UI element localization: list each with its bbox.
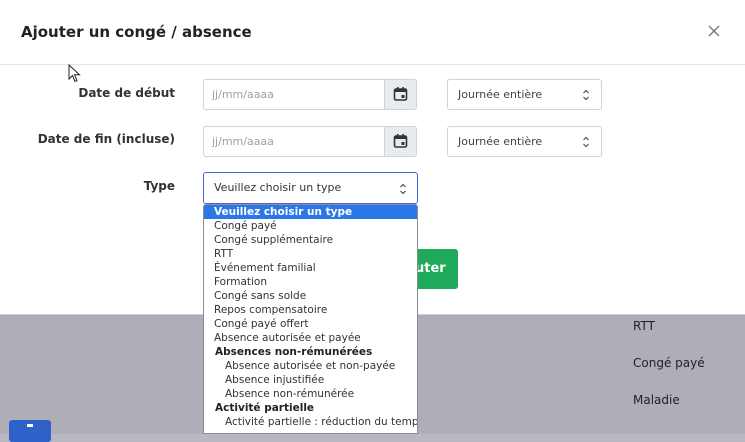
dropdown-option[interactable]: Congé supplémentaire bbox=[204, 233, 417, 247]
dropdown-option[interactable]: Congé payé bbox=[204, 219, 417, 233]
background-list-item: RTT bbox=[633, 319, 655, 333]
select-caret-icon bbox=[583, 136, 589, 148]
calendar-icon bbox=[393, 134, 408, 148]
modal-header: Ajouter un congé / absence bbox=[0, 0, 745, 65]
start-date-placeholder: jj/mm/aaaa bbox=[212, 88, 274, 101]
end-period-value: Journée entière bbox=[458, 135, 543, 148]
end-date-label: Date de fin (incluse) bbox=[37, 132, 175, 146]
select-caret-icon bbox=[583, 89, 589, 101]
background-list-item: Maladie bbox=[633, 393, 680, 407]
start-date-label: Date de début bbox=[78, 86, 175, 100]
dropdown-option[interactable]: Congé sans solde bbox=[204, 289, 417, 303]
end-date-placeholder: jj/mm/aaaa bbox=[212, 135, 274, 148]
dropdown-option[interactable]: Congé payé offert bbox=[204, 317, 417, 331]
dropdown-option[interactable]: Formation bbox=[204, 275, 417, 289]
mouse-cursor-icon bbox=[68, 64, 81, 83]
dropdown-option-selected[interactable]: Veuillez choisir un type bbox=[204, 205, 417, 219]
end-date-input[interactable]: jj/mm/aaaa bbox=[203, 126, 417, 157]
background-add-button[interactable] bbox=[9, 420, 51, 442]
end-date-calendar-button[interactable] bbox=[384, 127, 416, 156]
type-dropdown-list: Veuillez choisir un type Congé payé Cong… bbox=[203, 204, 418, 434]
dropdown-option[interactable]: Absence non-rémunérée bbox=[204, 387, 417, 401]
start-date-calendar-button[interactable] bbox=[384, 80, 416, 109]
dropdown-option[interactable]: Absence autorisée et payée bbox=[204, 331, 417, 345]
dropdown-option[interactable]: RTT bbox=[204, 247, 417, 261]
dropdown-option[interactable]: Activité partielle : réduction du temps bbox=[204, 415, 417, 429]
add-button-label: uter bbox=[415, 261, 446, 276]
dropdown-option[interactable]: Repos compensatoire bbox=[204, 303, 417, 317]
close-icon bbox=[708, 25, 720, 37]
calendar-icon bbox=[393, 87, 408, 101]
end-period-select[interactable]: Journée entière bbox=[447, 126, 602, 157]
start-period-select[interactable]: Journée entière bbox=[447, 79, 602, 110]
type-select[interactable]: Veuillez choisir un type bbox=[203, 172, 418, 204]
type-label: Type bbox=[143, 179, 175, 193]
select-caret-icon bbox=[400, 183, 406, 195]
dropdown-group-label: Absences non-rémunérées bbox=[215, 346, 373, 358]
start-date-input[interactable]: jj/mm/aaaa bbox=[203, 79, 417, 110]
background-list-item: Congé payé bbox=[633, 356, 705, 370]
dropdown-option[interactable]: Absence injustifiée bbox=[204, 373, 417, 387]
dropdown-option[interactable]: Événement familial bbox=[204, 261, 417, 275]
dropdown-option[interactable]: Absence autorisée et non-payée bbox=[204, 359, 417, 373]
modal-title: Ajouter un congé / absence bbox=[21, 23, 252, 41]
close-button[interactable] bbox=[705, 22, 723, 40]
dropdown-group-label: Activité partielle bbox=[215, 402, 315, 414]
start-period-value: Journée entière bbox=[458, 88, 543, 101]
type-select-value: Veuillez choisir un type bbox=[214, 181, 342, 194]
